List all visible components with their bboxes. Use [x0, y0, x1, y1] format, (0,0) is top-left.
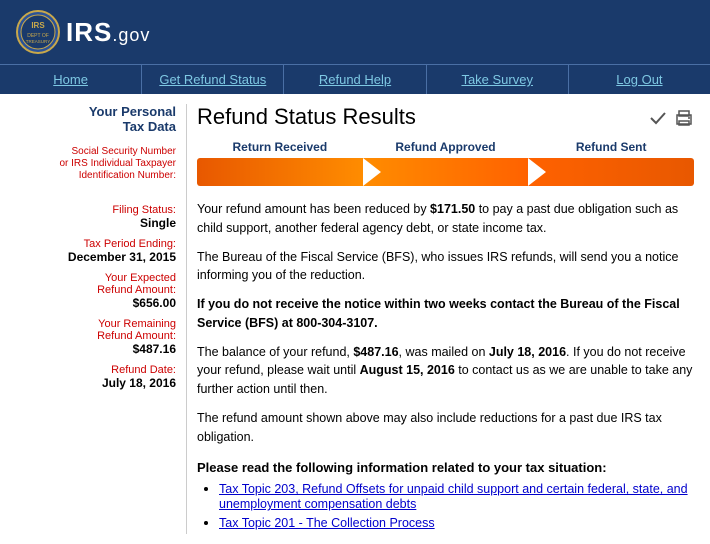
sidebar-title: Your Personal Tax Data: [16, 104, 176, 134]
progress-bar: [197, 158, 694, 186]
progress-bar-fill: [197, 158, 694, 186]
print-icon[interactable]: [674, 108, 694, 128]
remaining-refund-label: Your RemainingRefund Amount:: [16, 318, 176, 342]
tax-topic-201-link[interactable]: Tax Topic 201 - The Collection Process: [219, 516, 435, 530]
message-4: The balance of your refund, $487.16, was…: [197, 343, 694, 399]
page-title: Refund Status Results: [197, 104, 416, 130]
nav-home-link[interactable]: Home: [53, 72, 88, 87]
header-icons: [648, 108, 694, 128]
logo-gov-text: .gov: [112, 25, 150, 45]
step-refund-sent: Refund Sent: [528, 140, 694, 154]
refund-date-label: Refund Date:: [16, 364, 176, 376]
expected-refund-label: Your ExpectedRefund Amount:: [16, 272, 176, 296]
tax-period-label: Tax Period Ending:: [16, 238, 176, 250]
chevron-1: [363, 158, 381, 186]
filing-status-label: Filing Status:: [16, 204, 176, 216]
content-area: Refund Status Results Return Receiv: [186, 104, 694, 534]
progress-section: Return Received Refund Approved Refund S…: [197, 140, 694, 186]
link-item-2: Tax Topic 201 - The Collection Process: [219, 515, 694, 530]
nav-survey-link[interactable]: Take Survey: [461, 72, 533, 87]
ssn-value: [16, 182, 176, 196]
logo-irs-text: IRS.gov: [66, 17, 150, 47]
message-3: If you do not receive the notice within …: [197, 295, 694, 333]
refund-date-field: Refund Date: July 18, 2016: [16, 364, 176, 390]
content-header: Refund Status Results: [197, 104, 694, 130]
step-refund-approved: Refund Approved: [363, 140, 529, 154]
step-return-received: Return Received: [197, 140, 363, 154]
ssn-label: Social Security Numberor IRS Individual …: [16, 146, 176, 182]
link-item-1: Tax Topic 203, Refund Offsets for unpaid…: [219, 481, 694, 511]
filing-status-value: Single: [16, 216, 176, 230]
expected-refund-value: $656.00: [16, 296, 176, 310]
progress-labels: Return Received Refund Approved Refund S…: [197, 140, 694, 154]
irs-seal-icon: IRS DEPT OF TREASURY: [16, 10, 60, 54]
filing-status-field: Filing Status: Single: [16, 204, 176, 230]
tax-period-value: December 31, 2015: [16, 250, 176, 264]
irs-logo: IRS DEPT OF TREASURY IRS.gov: [16, 10, 150, 54]
svg-text:TREASURY: TREASURY: [26, 39, 50, 44]
nav-refund-status-link[interactable]: Get Refund Status: [159, 72, 266, 87]
main-nav: Home Get Refund Status Refund Help Take …: [0, 64, 710, 94]
nav-refund-help[interactable]: Refund Help: [284, 65, 426, 94]
please-read-heading: Please read the following information re…: [197, 460, 694, 475]
expected-refund-field: Your ExpectedRefund Amount: $656.00: [16, 272, 176, 310]
svg-text:IRS: IRS: [31, 21, 45, 30]
remaining-refund-value: $487.16: [16, 342, 176, 356]
logo-wordmark: IRS.gov: [66, 17, 150, 48]
nav-take-survey[interactable]: Take Survey: [427, 65, 569, 94]
refund-date-value: July 18, 2016: [16, 376, 176, 390]
nav-refund-help-link[interactable]: Refund Help: [319, 72, 391, 87]
nav-log-out[interactable]: Log Out: [569, 65, 710, 94]
message-5: The refund amount shown above may also i…: [197, 409, 694, 447]
remaining-refund-field: Your RemainingRefund Amount: $487.16: [16, 318, 176, 356]
tax-period-field: Tax Period Ending: December 31, 2015: [16, 238, 176, 264]
nav-logout-link[interactable]: Log Out: [616, 72, 662, 87]
message-2: The Bureau of the Fiscal Service (BFS), …: [197, 248, 694, 286]
chevron-2: [528, 158, 546, 186]
nav-get-refund-status[interactable]: Get Refund Status: [142, 65, 284, 94]
tax-topic-203-link[interactable]: Tax Topic 203, Refund Offsets for unpaid…: [219, 482, 688, 511]
sidebar: Your Personal Tax Data Social Security N…: [16, 104, 186, 534]
save-icon[interactable]: [648, 108, 668, 128]
main-content: Your Personal Tax Data Social Security N…: [0, 94, 710, 544]
ssn-field: Social Security Numberor IRS Individual …: [16, 146, 176, 196]
nav-home[interactable]: Home: [0, 65, 142, 94]
page-header: IRS DEPT OF TREASURY IRS.gov: [0, 0, 710, 64]
resource-links: Tax Topic 203, Refund Offsets for unpaid…: [197, 481, 694, 530]
message-1: Your refund amount has been reduced by $…: [197, 200, 694, 238]
